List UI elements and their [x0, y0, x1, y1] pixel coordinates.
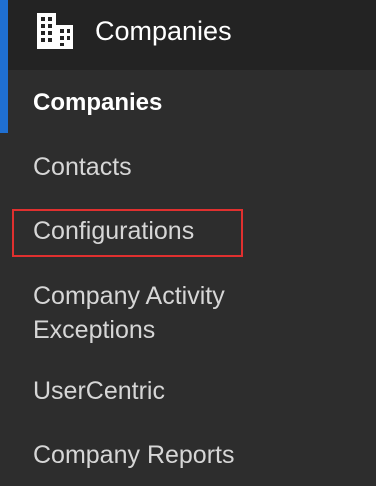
nav-item-configurations[interactable]: Configurations [33, 214, 194, 248]
nav-item-label-line-1: Company Activity [33, 282, 225, 310]
nav-item-company-activity-exceptions[interactable]: Company Activity Exceptions [33, 279, 225, 347]
header-accent-bar [0, 0, 8, 70]
sidebar-header[interactable]: Companies [0, 0, 376, 70]
header-title: Companies [95, 16, 232, 46]
building-icon [37, 13, 73, 49]
nav-item-contacts[interactable]: Contacts [33, 150, 132, 184]
nav-item-companies[interactable]: Companies [33, 86, 162, 120]
sidebar: Companies Companies Contacts Configurati… [0, 0, 376, 486]
nav-item-company-reports[interactable]: Company Reports [33, 438, 234, 472]
nav-item-label-line-2: Exceptions [33, 316, 156, 344]
nav-item-usercentric[interactable]: UserCentric [33, 374, 165, 408]
active-item-indicator [0, 70, 8, 133]
